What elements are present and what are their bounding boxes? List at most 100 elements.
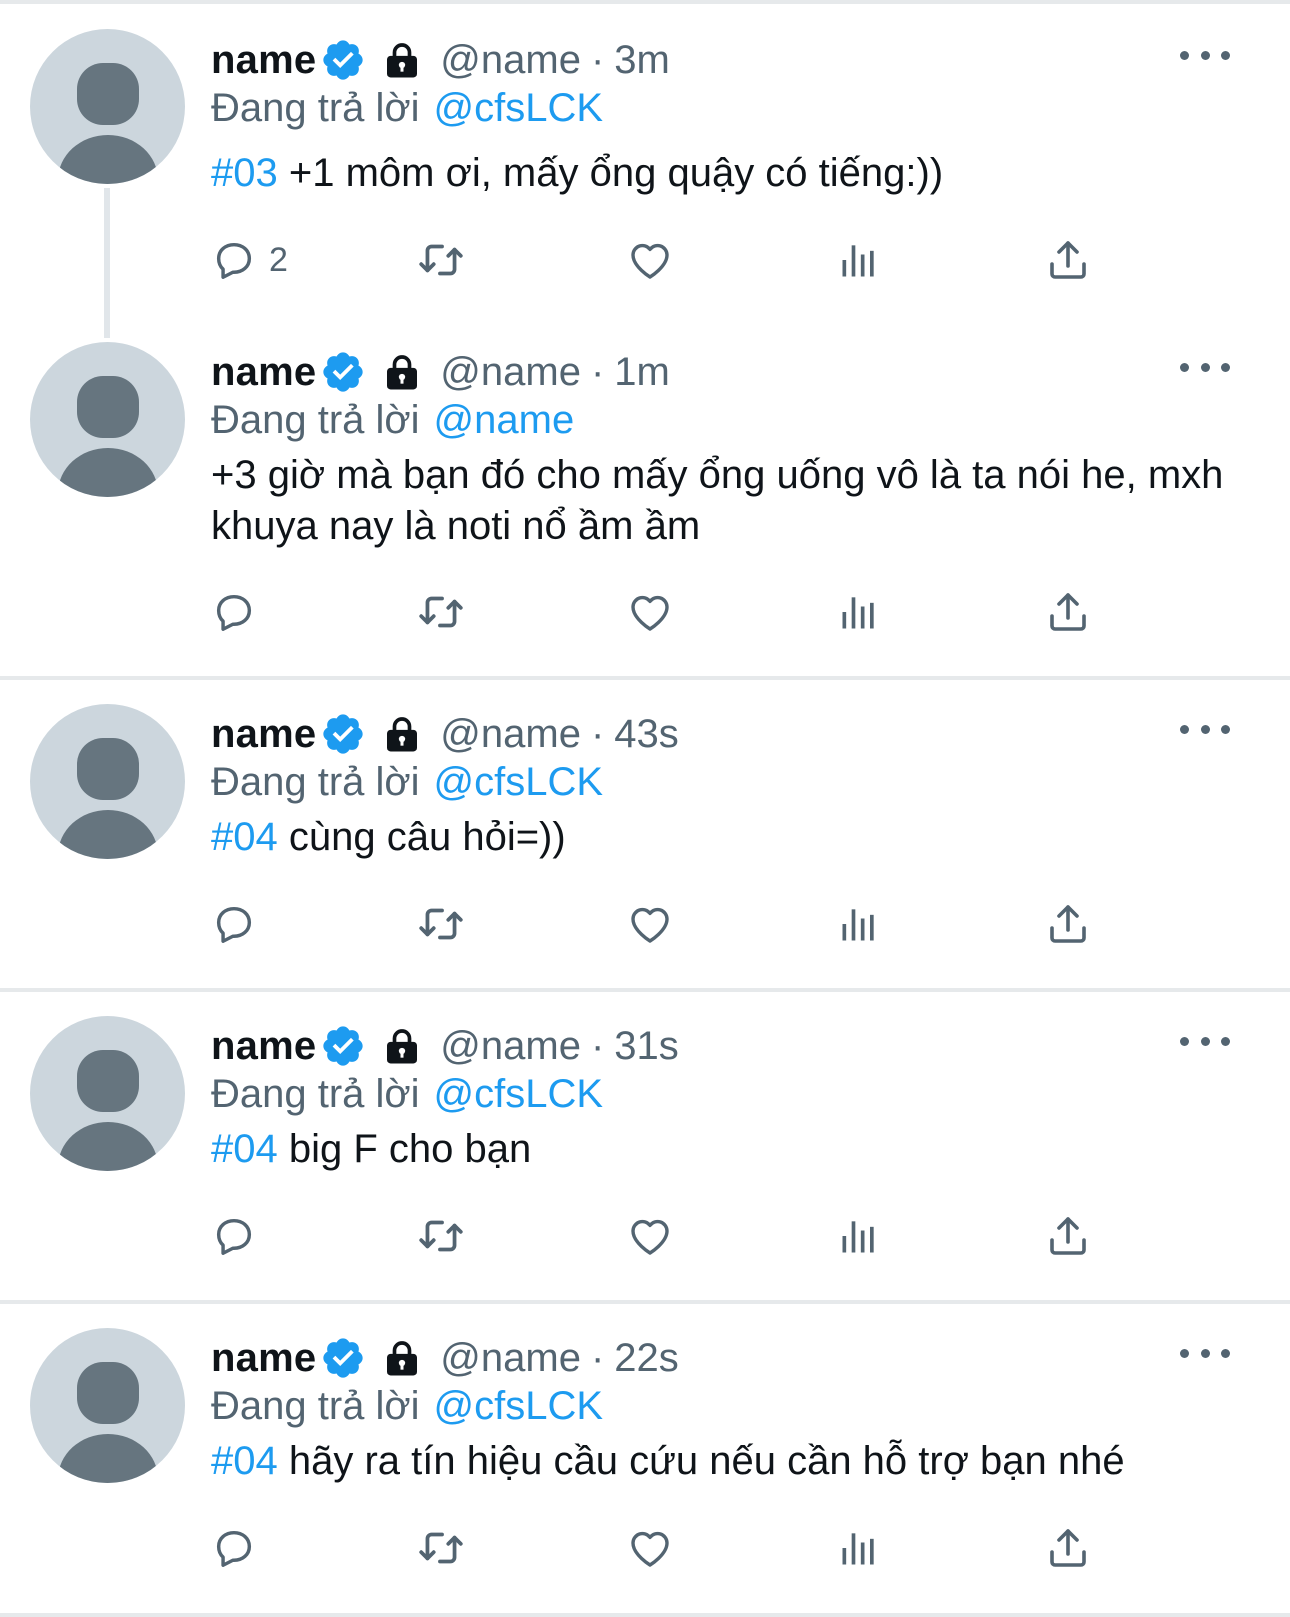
- tweet-header: name @name · 31s: [211, 1021, 679, 1071]
- tweet-text: #04 cùng câu hỏi=)): [211, 812, 1251, 863]
- retweet-button[interactable]: [416, 230, 466, 290]
- hashtag-link[interactable]: #04: [211, 815, 278, 859]
- views-icon: [842, 245, 874, 277]
- reply-button[interactable]: [211, 1206, 269, 1266]
- more-icon: [1180, 1348, 1189, 1358]
- tweet-separator: [0, 1613, 1290, 1617]
- more-options-button[interactable]: [1180, 1026, 1230, 1056]
- reply-button[interactable]: [211, 582, 269, 642]
- reply-icon: [216, 1530, 252, 1567]
- like-button[interactable]: [626, 894, 674, 954]
- views-icon: [842, 1221, 874, 1253]
- share-icon: [1050, 1217, 1086, 1255]
- avatar[interactable]: [30, 704, 185, 859]
- retweet-button[interactable]: [416, 1206, 466, 1266]
- more-options-button[interactable]: [1180, 352, 1230, 382]
- share-button[interactable]: [1044, 1518, 1092, 1578]
- action-bar: [211, 582, 1211, 642]
- like-button[interactable]: [626, 230, 674, 290]
- more-icon-dot: [1200, 1036, 1210, 1046]
- more-options-button[interactable]: [1180, 1338, 1230, 1368]
- reply-count: 2: [269, 240, 288, 279]
- handle[interactable]: @name: [440, 712, 581, 757]
- lock-icon: [387, 1029, 418, 1064]
- tweet[interactable]: name @name · 3m Đang trả lời @cfsLCK #03…: [0, 0, 1290, 338]
- retweet-button[interactable]: [416, 894, 466, 954]
- handle[interactable]: @name: [440, 350, 581, 395]
- like-button[interactable]: [626, 1206, 674, 1266]
- tweet[interactable]: name @name · 1m Đang trả lời @name +3 gi…: [0, 320, 1290, 676]
- like-button[interactable]: [626, 1518, 674, 1578]
- display-name[interactable]: name: [211, 350, 316, 395]
- views-icon: [842, 597, 874, 629]
- views-button[interactable]: [837, 230, 881, 290]
- more-icon: [1180, 1036, 1189, 1046]
- tweet[interactable]: name @name · 22s Đang trả lời @cfsLCK #0…: [0, 1304, 1290, 1617]
- share-button[interactable]: [1044, 1206, 1092, 1266]
- more-icon-dot: [1221, 50, 1230, 60]
- avatar-body: [58, 135, 158, 184]
- avatar[interactable]: [30, 29, 185, 184]
- avatar[interactable]: [30, 342, 185, 497]
- avatar-body: [58, 1434, 158, 1483]
- reply-button[interactable]: [211, 894, 269, 954]
- like-icon: [631, 907, 669, 943]
- reply-button[interactable]: 2: [211, 230, 288, 290]
- reply-mention-link[interactable]: @cfsLCK: [434, 86, 604, 131]
- tweet-header: name @name · 43s: [211, 709, 679, 759]
- share-button[interactable]: [1044, 894, 1092, 954]
- hashtag-link[interactable]: #03: [211, 151, 278, 195]
- views-button[interactable]: [837, 582, 881, 642]
- reply-mention-link[interactable]: @cfsLCK: [434, 760, 604, 805]
- views-icon: [842, 1533, 874, 1565]
- reply-context: Đang trả lời @cfsLCK: [211, 83, 603, 133]
- share-button[interactable]: [1044, 582, 1092, 642]
- views-button[interactable]: [837, 894, 881, 954]
- retweet-button[interactable]: [416, 582, 466, 642]
- display-name[interactable]: name: [211, 1336, 316, 1381]
- like-button[interactable]: [626, 582, 674, 642]
- action-bar: 2: [211, 230, 1211, 290]
- share-button[interactable]: [1044, 230, 1092, 290]
- more-options-button[interactable]: [1180, 40, 1230, 70]
- tweet-text: #03 +1 môm ơi, mấy ổng quậy có tiếng:)): [211, 148, 1251, 199]
- action-bar: [211, 1518, 1211, 1578]
- retweet-button[interactable]: [416, 1518, 466, 1578]
- lock-icon: [387, 717, 418, 752]
- reply-button[interactable]: [211, 1518, 269, 1578]
- timestamp[interactable]: 22s: [614, 1336, 679, 1381]
- display-name[interactable]: name: [211, 38, 316, 83]
- timestamp[interactable]: 3m: [614, 38, 670, 83]
- views-button[interactable]: [837, 1206, 881, 1266]
- more-icon: [1180, 50, 1189, 60]
- tweet-header: name @name · 22s: [211, 1333, 679, 1383]
- tweet-header: name @name · 3m: [211, 35, 670, 85]
- tweet[interactable]: name @name · 31s Đang trả lời @cfsLCK #0…: [0, 992, 1290, 1302]
- lock-icon: [387, 1341, 418, 1376]
- display-name[interactable]: name: [211, 712, 316, 757]
- more-icon-dot: [1221, 1348, 1230, 1358]
- timestamp[interactable]: 43s: [614, 712, 679, 757]
- timestamp[interactable]: 31s: [614, 1024, 679, 1069]
- timestamp[interactable]: 1m: [614, 350, 670, 395]
- hashtag-link[interactable]: #04: [211, 1127, 278, 1171]
- reply-prefix: Đang trả lời: [211, 1071, 420, 1116]
- hashtag-link[interactable]: #04: [211, 1439, 278, 1483]
- more-options-button[interactable]: [1180, 714, 1230, 744]
- avatar[interactable]: [30, 1016, 185, 1171]
- reply-mention-link[interactable]: @cfsLCK: [434, 1072, 604, 1117]
- handle[interactable]: @name: [440, 1024, 581, 1069]
- display-name[interactable]: name: [211, 1024, 316, 1069]
- avatar[interactable]: [30, 1328, 185, 1483]
- views-button[interactable]: [837, 1518, 881, 1578]
- like-icon: [631, 243, 669, 279]
- handle[interactable]: @name: [440, 38, 581, 83]
- tweet[interactable]: name @name · 43s Đang trả lời @cfsLCK #0…: [0, 680, 1290, 990]
- tweet-text: #04 hãy ra tín hiệu cầu cứu nếu cần hỗ t…: [211, 1436, 1251, 1487]
- reply-mention-link[interactable]: @name: [434, 398, 575, 443]
- share-icon: [1050, 905, 1086, 943]
- handle[interactable]: @name: [440, 1336, 581, 1381]
- tweet-body: +3 giờ mà bạn đó cho mấy ổng uống vô là …: [211, 453, 1224, 548]
- reply-mention-link[interactable]: @cfsLCK: [434, 1384, 604, 1429]
- tweet-body: cùng câu hỏi=)): [277, 815, 566, 859]
